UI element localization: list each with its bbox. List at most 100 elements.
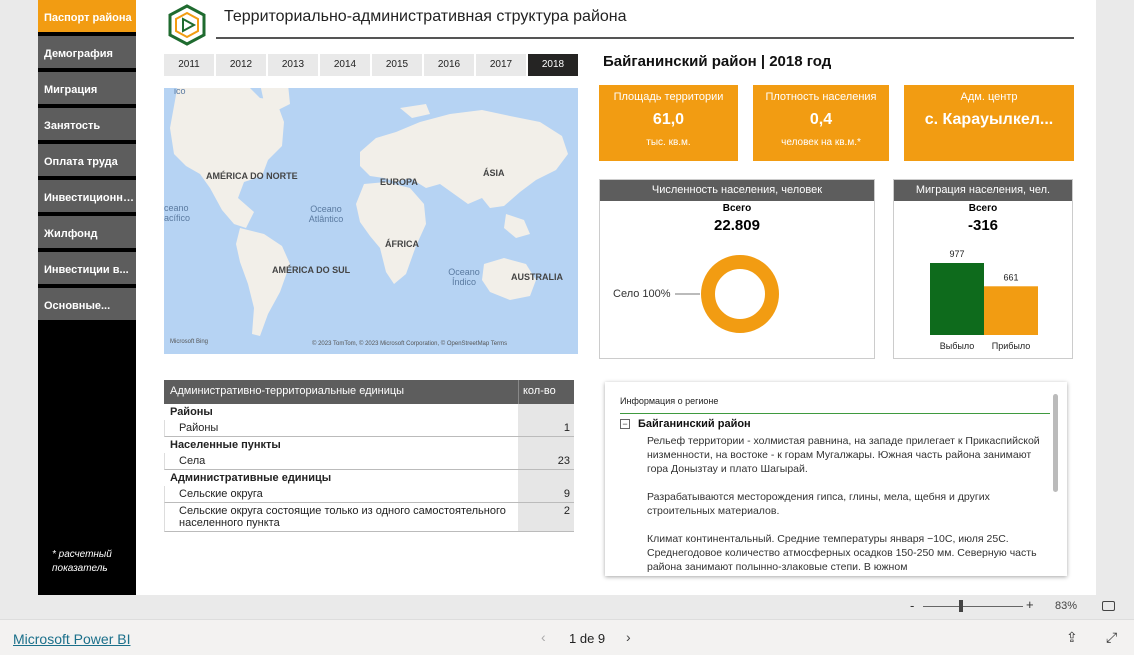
migration-panel: Миграция населения, чел. Всего -316 977 В…: [893, 179, 1073, 359]
migration-bar-chart: 977 Выбыло 661 Прибыло: [930, 249, 1038, 351]
table-group-row: Населенные пункты: [164, 437, 574, 453]
info-divider: [620, 413, 1050, 414]
map-label-pacific-north: ico: [174, 88, 186, 96]
table-cell-count: [518, 470, 574, 486]
nav-item[interactable]: Паспорт района: [38, 0, 136, 34]
year-button[interactable]: 2014: [320, 54, 370, 76]
population-donut[interactable]: [600, 248, 874, 358]
zoom-slider-thumb[interactable]: [959, 600, 963, 612]
footer-bar: Microsoft Power BI ‹ 1 de 9 › ⇪ ⤢: [0, 619, 1134, 655]
nav-item[interactable]: Инвестиции в...: [38, 252, 136, 286]
table-cell-label: Административные единицы: [170, 472, 332, 484]
info-scrollbar[interactable]: [1053, 394, 1058, 492]
fullscreen-icon[interactable]: ⤢: [1106, 629, 1117, 646]
kpi-card-density: Плотность населения 0,4 человек на кв.м.…: [753, 85, 889, 161]
map-label-pacific: ceano acífico: [164, 203, 191, 223]
year-button[interactable]: 2012: [216, 54, 266, 76]
nav-item[interactable]: Оплата труда: [38, 144, 136, 178]
table-header: Административно-территориальные единицы …: [164, 380, 574, 404]
zoom-slider[interactable]: [923, 606, 1023, 607]
population-total-label: Всего: [722, 203, 752, 214]
report-viewer: Паспорт района Демография Миграция Занятост…: [0, 0, 1134, 655]
migration-title: Миграция населения, чел.: [894, 180, 1072, 201]
table-cell-count: 2: [518, 503, 574, 532]
kpi-area-unit: тыс. кв.м.: [646, 137, 691, 148]
nav-item[interactable]: Основные...: [38, 288, 136, 322]
table-cell-label: Населенные пункты: [170, 439, 281, 451]
power-bi-link[interactable]: Microsoft Power BI: [13, 631, 130, 647]
year-button[interactable]: 2017: [476, 54, 526, 76]
table-header-units[interactable]: Административно-территориальные единицы: [164, 380, 518, 404]
info-paragraph: Разрабатываются месторождения гипса, гли…: [647, 491, 990, 517]
map-brand-logo: Microsoft Bing: [170, 339, 209, 345]
nav-item[interactable]: Демография: [38, 36, 136, 70]
migration-bar[interactable]: [984, 286, 1038, 335]
year-button[interactable]: 2015: [372, 54, 422, 76]
migration-total-value: -316: [967, 217, 999, 234]
kpi-card-area: Площадь территории 61,0 тыс. кв.м.: [599, 85, 738, 161]
fit-to-page-icon[interactable]: [1102, 601, 1115, 611]
region-info-panel: Информация о регионе − Байганинский райо…: [605, 382, 1067, 576]
info-region-name: Байганинский район: [638, 418, 751, 430]
map-label-australia: AUSTRALIA: [511, 272, 563, 282]
kpi-center-label: Адм. центр: [960, 91, 1018, 103]
logo-icon: [168, 4, 206, 46]
map-label-asia: ÁSIA: [483, 168, 505, 178]
table-group-row: Районы: [164, 404, 574, 420]
kpi-density-value: 0,4: [809, 111, 833, 128]
table-cell-label: Сельские округа: [164, 486, 518, 503]
collapse-icon[interactable]: −: [620, 419, 630, 429]
migration-bar[interactable]: [930, 263, 984, 335]
map-label-indian: Oceano Índico: [448, 267, 480, 287]
table-row: Сельские округа 9: [164, 486, 574, 503]
population-total-value: 22.809: [714, 217, 760, 234]
year-button[interactable]: 2018: [528, 54, 578, 76]
table-cell-count: 23: [518, 453, 574, 470]
share-icon[interactable]: ⇪: [1066, 629, 1078, 646]
calculated-indicator-note: * расчетный показатель: [52, 549, 112, 574]
table-cell-label: Села: [164, 453, 518, 470]
table-cell-count: 1: [518, 420, 574, 437]
table-cell-count: 9: [518, 486, 574, 503]
map-credit[interactable]: © 2023 TomTom, © 2023 Microsoft Corporat…: [312, 341, 507, 347]
nav-item[interactable]: Инвестиционна...: [38, 180, 136, 214]
table-header-count[interactable]: кол-во: [518, 380, 574, 404]
header-divider: [216, 37, 1074, 39]
table-cell-label: Сельские округа состоящие только из одно…: [164, 503, 518, 532]
donut-label: Село 100%: [613, 288, 671, 300]
table-cell-count: [518, 437, 574, 453]
page-title: Территориально-административная структур…: [224, 8, 627, 25]
zoom-out-button[interactable]: -: [910, 598, 914, 613]
region-title: Байганинский район | 2018 год: [603, 53, 832, 70]
year-button[interactable]: 2013: [268, 54, 318, 76]
map-label-north-america: AMÉRICA DO NORTE: [206, 171, 298, 181]
zoom-in-button[interactable]: +: [1026, 597, 1034, 612]
bar-category-label: Выбыло: [940, 341, 974, 351]
year-button[interactable]: 2016: [424, 54, 474, 76]
world-map[interactable]: ico AMÉRICA DO NORTE EUROPA ÁSIA ÁFRICA …: [164, 88, 578, 354]
next-page-icon[interactable]: ›: [626, 629, 631, 645]
nav-item[interactable]: Занятость: [38, 108, 136, 142]
nav-item[interactable]: Жилфонд: [38, 216, 136, 250]
map-continents: [170, 88, 568, 336]
map-label-africa: ÁFRICA: [385, 239, 419, 249]
year-button[interactable]: 2011: [164, 54, 214, 76]
info-paragraph: Климат континентальный. Средние температ…: [647, 533, 1037, 573]
bar-data-label: 661: [1003, 272, 1018, 282]
bar-category-label: Прибыло: [992, 341, 1030, 351]
bar-data-label: 977: [949, 249, 964, 259]
population-title: Численность населения, человек: [600, 180, 874, 201]
table-cell-label: Районы: [164, 420, 518, 437]
previous-page-icon[interactable]: ‹: [541, 629, 546, 645]
sidebar-nav: Паспорт района Демография Миграция Занятост…: [38, 0, 136, 595]
donut-slice-village[interactable]: [701, 255, 779, 333]
kpi-area-label: Площадь территории: [613, 91, 724, 103]
table-row: Районы 1: [164, 420, 574, 437]
info-header: Информация о регионе: [620, 396, 719, 406]
kpi-card-center: Адм. центр с. Карауылкел...: [904, 85, 1074, 161]
map-label-europe: EUROPA: [380, 177, 418, 187]
table-cell-count: [518, 404, 574, 420]
year-slicer: 2011 2012 2013 2014 2015 2016 2017 2018: [164, 54, 578, 76]
table-row: Села 23: [164, 453, 574, 470]
nav-item[interactable]: Миграция: [38, 72, 136, 106]
